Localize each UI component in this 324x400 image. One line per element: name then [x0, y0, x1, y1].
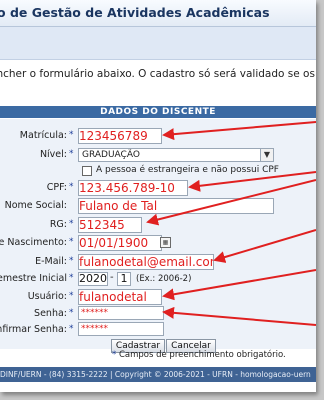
nascimento-label: a de Nascimento: [0, 237, 67, 248]
required-marker: * [69, 149, 74, 159]
senha-input[interactable]: ****** [78, 306, 164, 320]
required-marker: * [69, 130, 74, 140]
calendar-icon[interactable]: ▦ [160, 237, 171, 248]
system-header: o de Gestão de Atividades Acadêmicas [0, 0, 316, 27]
ano-input[interactable]: 2020 [78, 272, 108, 286]
semestre-hint: (Ex.: 2006-2) [136, 274, 192, 284]
required-note: * Campos de preenchimento obrigatório. [112, 350, 286, 360]
required-marker: * [69, 256, 74, 266]
required-marker: * [69, 219, 74, 229]
separator: - [110, 272, 114, 283]
senha-label: Senha: [34, 308, 67, 319]
foreign-checkbox-label: A pessoa é estrangeira e não possui CPF [96, 165, 279, 175]
nivel-select[interactable]: GRADUAÇÃO ▼ [78, 148, 274, 162]
email-label: E-Mail: [35, 256, 67, 267]
cpf-input[interactable]: 123.456.789-10 [78, 180, 188, 196]
usuario-input[interactable]: fulanodetal [78, 289, 162, 305]
intro-text: encher o formulário abaixo. O cadastro s… [0, 68, 316, 80]
required-marker: * [69, 291, 74, 301]
page-footer: DINF/UERN - (84) 3315-2222 | Copyright ©… [0, 367, 316, 382]
matricula-label: Matrícula: [19, 130, 67, 141]
required-note-text: Campos de preenchimento obrigatório. [118, 350, 286, 360]
cpf-label: CPF: [46, 182, 67, 193]
rg-input[interactable]: 512345 [78, 217, 142, 233]
system-title: o de Gestão de Atividades Acadêmicas [0, 5, 270, 20]
foreign-checkbox[interactable] [82, 166, 92, 176]
semestre-input[interactable]: 1 [117, 272, 131, 286]
nascimento-input[interactable]: 01/01/1900 [78, 235, 162, 251]
required-marker: * [69, 237, 74, 247]
required-marker: * [69, 273, 74, 283]
semestre-inicial-label: /Semestre Inicial [0, 273, 67, 284]
screenshot-frame: o de Gestão de Atividades Acadêmicas enc… [0, 0, 316, 392]
rg-label: RG: [49, 219, 67, 230]
chevron-down-icon: ▼ [260, 149, 273, 161]
menu-band [0, 27, 316, 60]
form-section-title: DADOS DO DISCENTE [0, 106, 316, 118]
nome-social-label: Nome Social: [4, 200, 67, 211]
usuario-label: Usuário: [27, 291, 67, 302]
nome-social-input[interactable]: Fulano de Tal [78, 198, 274, 214]
nivel-selected-value: GRADUAÇÃO [82, 150, 140, 160]
email-input[interactable]: fulanodetal@email.com [78, 254, 214, 270]
required-marker: * [69, 324, 74, 334]
required-marker: * [112, 350, 117, 360]
confirmar-senha-input[interactable]: ****** [78, 322, 164, 336]
required-marker: * [69, 308, 74, 318]
nivel-label: Nível: [39, 149, 67, 160]
matricula-input[interactable]: 123456789 [78, 128, 162, 144]
confirmar-senha-label: onfirmar Senha: [0, 324, 67, 335]
required-marker: * [69, 182, 74, 192]
footer-text: DINF/UERN - (84) 3315-2222 | Copyright ©… [0, 370, 311, 379]
